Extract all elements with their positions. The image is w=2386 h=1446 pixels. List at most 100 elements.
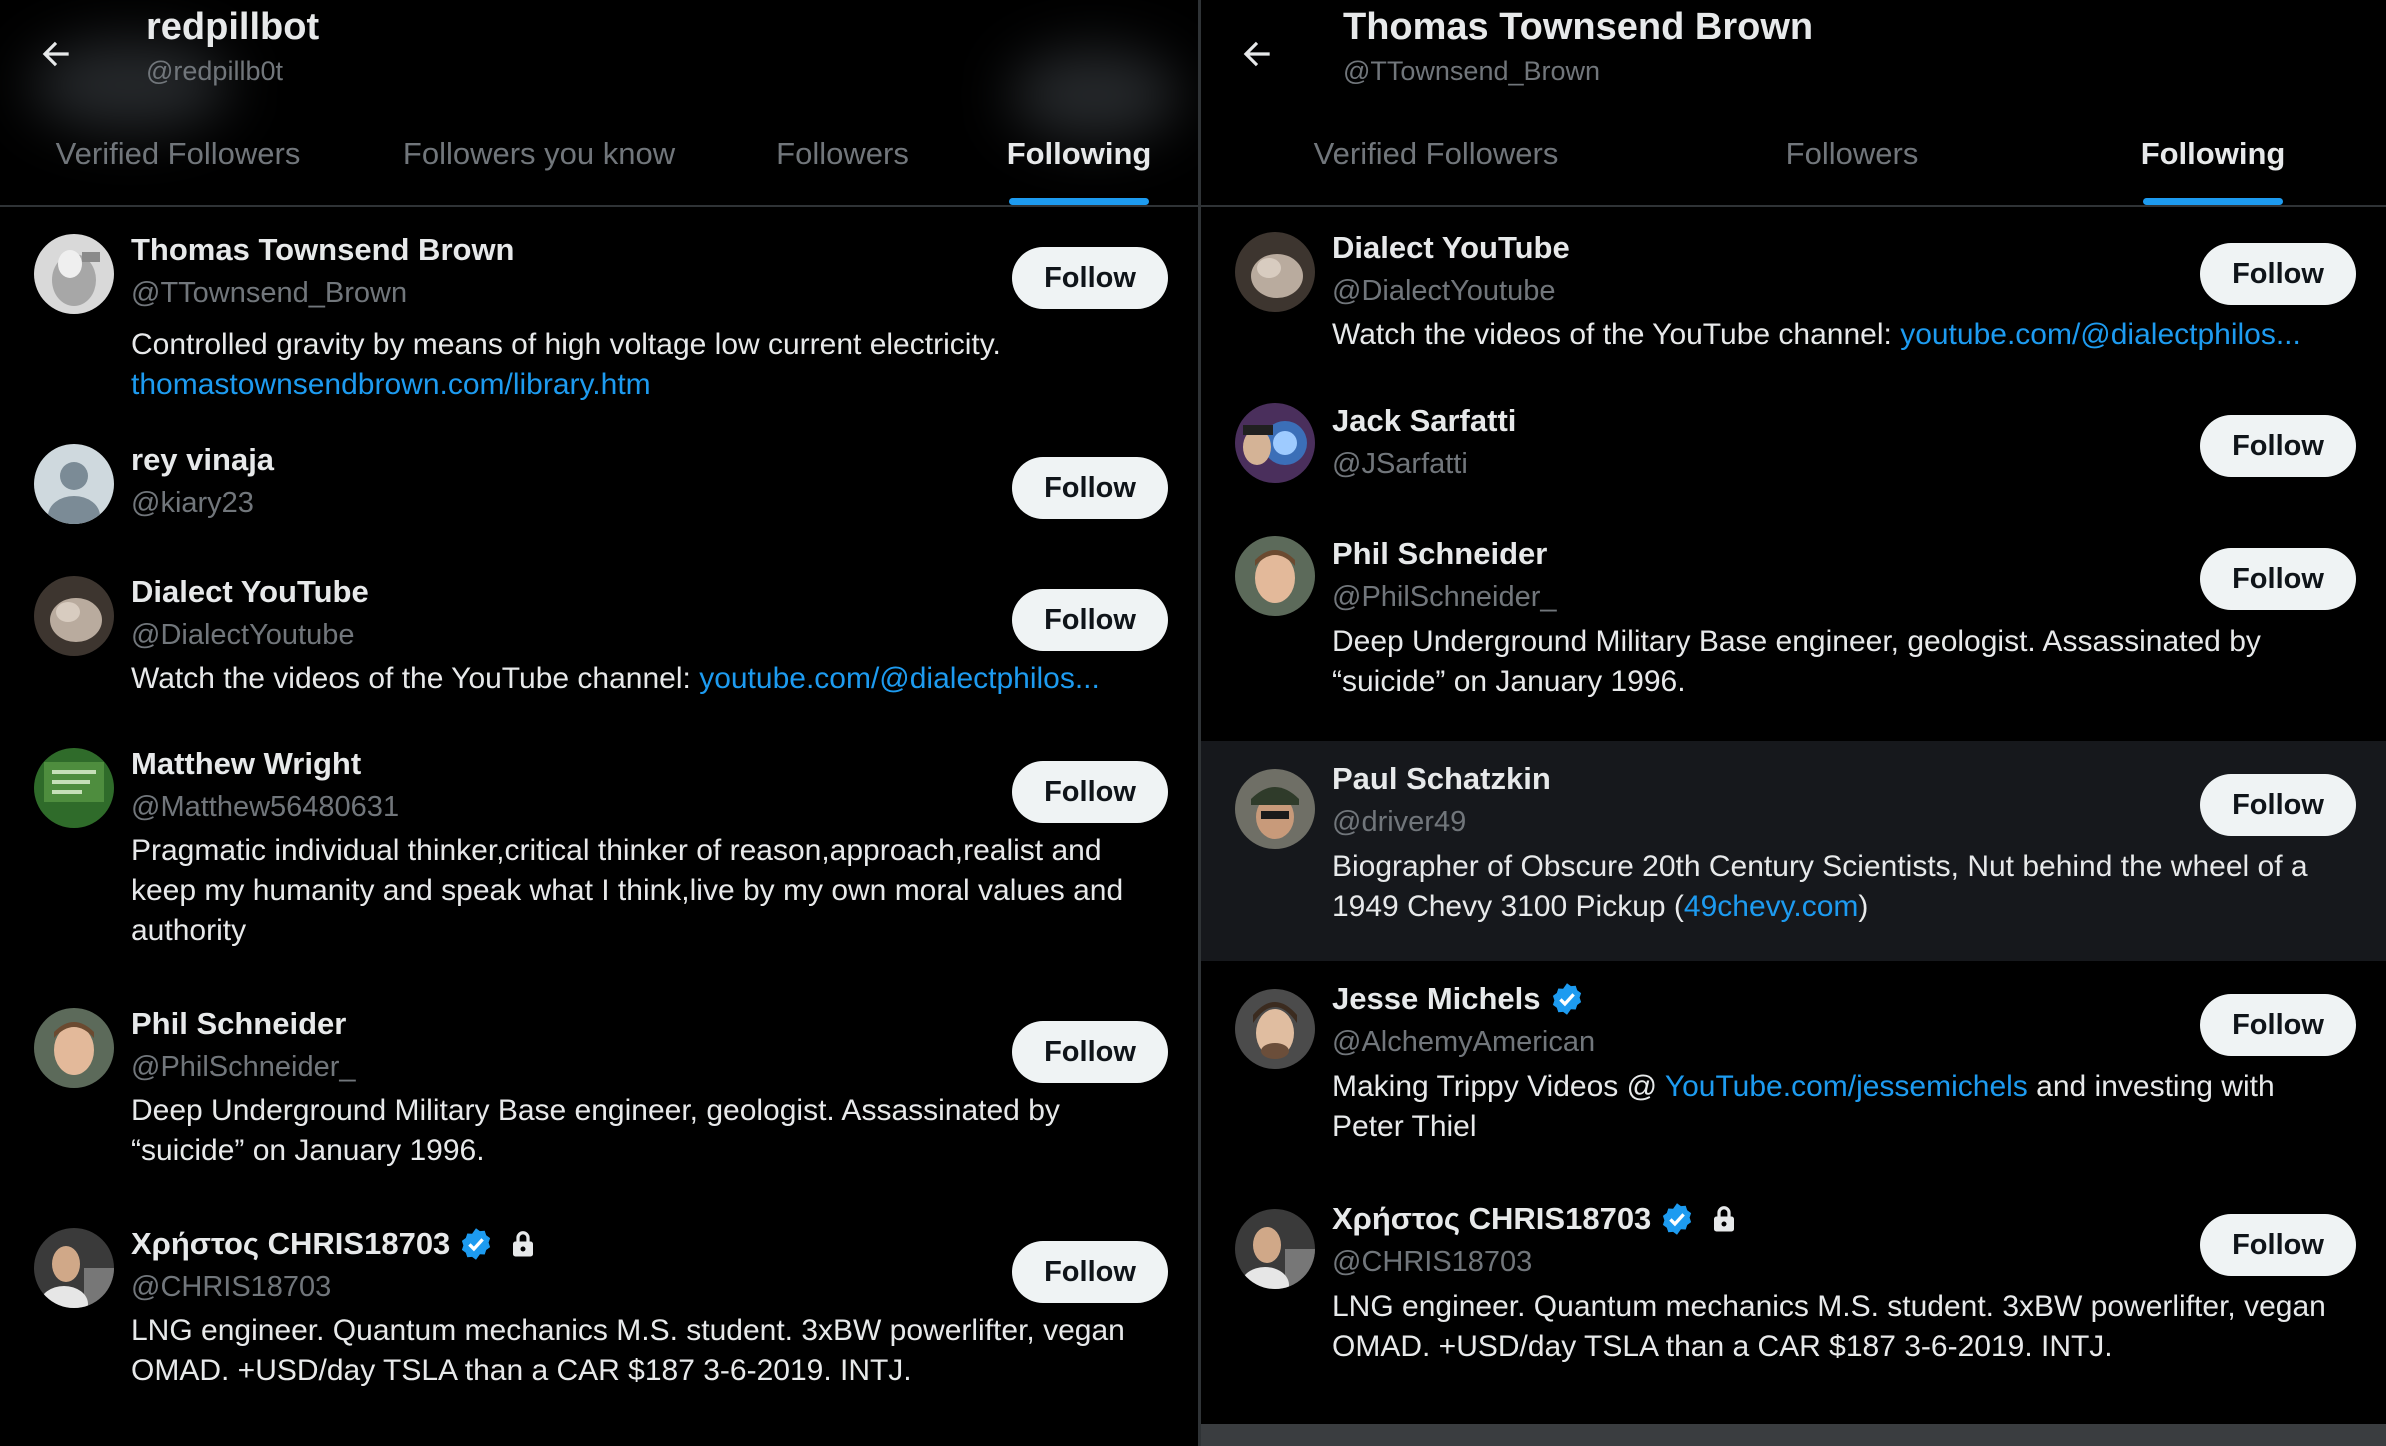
tab-followers[interactable]: Followers [776, 118, 909, 205]
avatar[interactable] [34, 1008, 114, 1088]
avatar[interactable] [1235, 1209, 1315, 1289]
page-handle: @TTownsend_Brown [1343, 56, 1601, 86]
user-name[interactable]: Thomas Townsend Brown [131, 232, 515, 268]
active-tab-indicator [2143, 198, 2283, 205]
back-button[interactable] [1225, 22, 1289, 86]
tab-followers[interactable]: Followers [1784, 118, 1920, 205]
name-line: Phil Schneider [1332, 536, 1547, 572]
avatar[interactable] [34, 748, 114, 828]
user-row[interactable]: Jesse Michels @AlchemyAmerican Making Tr… [1201, 961, 2386, 1181]
user-row[interactable]: Χρήστος CHRIS18703 @CHRIS18703 LNG engin… [1201, 1181, 2386, 1417]
bio-link[interactable]: youtube.com/@dialectphilos... [699, 662, 1100, 695]
bio-link[interactable]: thomastownsendbrown.com/library.htm [131, 368, 651, 401]
user-bio: LNG engineer. Quantum mechanics M.S. stu… [131, 1314, 1125, 1387]
page-title: redpillbot [146, 6, 320, 48]
user-bio: Controlled gravity by means of high volt… [131, 325, 1158, 405]
avatar[interactable] [34, 444, 114, 524]
follow-button[interactable]: Follow [2200, 415, 2356, 477]
name-line: Paul Schatzkin [1332, 761, 1551, 797]
tab-following[interactable]: Following [2140, 118, 2286, 205]
user-bio: Deep Underground Military Base engineer,… [1332, 625, 2261, 698]
bio-link[interactable]: youtube.com/@dialectphilos... [1900, 318, 2301, 351]
follow-button[interactable]: Follow [2200, 243, 2356, 305]
bio-link[interactable]: YouTube.com/jessemichels [1665, 1070, 2028, 1103]
user-name[interactable]: Jesse Michels [1332, 981, 1541, 1017]
user-handle: @DialectYoutube [131, 619, 355, 651]
name-line: Jack Sarfatti [1332, 403, 1516, 439]
user-handle: @CHRIS18703 [131, 1271, 332, 1303]
verified-badge-icon [1552, 983, 1581, 1015]
verified-badge-icon [1663, 1203, 1692, 1235]
user-row[interactable]: Phil Schneider @PhilSchneider_ Deep Unde… [1201, 512, 2386, 732]
user-row[interactable]: Paul Schatzkin @driver49 Biographer of O… [1201, 741, 2386, 961]
tab-verified-followers[interactable]: Verified Followers [1311, 118, 1561, 205]
avatar[interactable] [1235, 536, 1315, 616]
tab-label: Following [1006, 136, 1152, 171]
bio-text: Controlled gravity by means of high volt… [131, 328, 1001, 361]
user-handle: @kiary23 [131, 487, 254, 519]
tab-label: Verified Followers [55, 136, 301, 171]
user-name[interactable]: rey vinaja [131, 442, 274, 478]
follow-button[interactable]: Follow [2200, 1214, 2356, 1276]
follow-button[interactable]: Follow [2200, 548, 2356, 610]
bio-text: Making Trippy Videos @ [1332, 1070, 1665, 1103]
left-header: redpillbot @redpillb0t Verified Follower… [0, 0, 1198, 207]
follow-button[interactable]: Follow [1012, 457, 1168, 519]
user-name[interactable]: Dialect YouTube [131, 574, 369, 610]
user-row[interactable]: Matthew Wright @Matthew56480631 Pragmati… [0, 721, 1198, 981]
lock-icon [1714, 1206, 1735, 1232]
avatar[interactable] [34, 234, 114, 314]
user-row[interactable]: rey vinaja @kiary23 Follow [0, 417, 1198, 549]
user-name[interactable]: Χρήστος CHRIS18703 [1332, 1201, 1651, 1237]
follow-button[interactable]: Follow [1012, 589, 1168, 651]
user-row[interactable]: Thomas Townsend Brown @TTownsend_Brown C… [0, 207, 1198, 417]
follow-button[interactable]: Follow [2200, 774, 2356, 836]
avatar[interactable] [1235, 232, 1315, 312]
page-title: Thomas Townsend Brown [1343, 6, 1814, 48]
user-name[interactable]: Dialect YouTube [1332, 230, 1570, 266]
follow-button[interactable]: Follow [1012, 761, 1168, 823]
user-name[interactable]: Phil Schneider [1332, 536, 1547, 572]
user-row[interactable]: Jack Sarfatti @JSarfatti Follow [1201, 379, 2386, 512]
user-bio: Pragmatic individual thinker,critical th… [131, 834, 1124, 947]
avatar[interactable] [1235, 769, 1315, 849]
bio-text: Watch the videos of the YouTube channel: [131, 662, 691, 695]
user-name[interactable]: Matthew Wright [131, 746, 361, 782]
tab-verified-followers[interactable]: Verified Followers [53, 118, 303, 205]
user-handle: @PhilSchneider_ [131, 1051, 356, 1083]
back-button[interactable] [24, 22, 88, 86]
bio-text: ) [1858, 890, 1869, 923]
bottom-scrollbar[interactable] [1201, 1424, 2386, 1446]
user-bio: Watch the videos of the YouTube channel:… [1332, 315, 2346, 355]
follow-button[interactable]: Follow [2200, 994, 2356, 1056]
user-row[interactable]: Dialect YouTube @DialectYoutube Watch th… [1201, 207, 2386, 379]
name-line: Phil Schneider [131, 1006, 346, 1042]
tab-following[interactable]: Following [1006, 118, 1152, 205]
user-handle: @driver49 [1332, 806, 1467, 838]
tab-followers-you-know[interactable]: Followers you know [401, 118, 677, 205]
tab-bar: Verified Followers Followers Following [1201, 118, 2386, 205]
follow-button[interactable]: Follow [1012, 1241, 1168, 1303]
user-bio: LNG engineer. Quantum mechanics M.S. stu… [1332, 1290, 2326, 1363]
user-name[interactable]: Paul Schatzkin [1332, 761, 1551, 797]
follow-button[interactable]: Follow [1012, 247, 1168, 309]
user-row[interactable]: Dialect YouTube @DialectYoutube Watch th… [0, 549, 1198, 721]
avatar[interactable] [1235, 403, 1315, 483]
user-row[interactable]: Χρήστος CHRIS18703 @CHRIS18703 LNG engin… [0, 1201, 1198, 1446]
user-bio: Biographer of Obscure 20th Century Scien… [1332, 847, 2346, 927]
tab-label: Following [2140, 136, 2286, 171]
avatar[interactable] [34, 576, 114, 656]
app: redpillbot @redpillb0t Verified Follower… [0, 0, 2386, 1446]
name-line: Jesse Michels [1332, 981, 1585, 1017]
follow-button[interactable]: Follow [1012, 1021, 1168, 1083]
user-name[interactable]: Phil Schneider [131, 1006, 346, 1042]
user-row[interactable]: Phil Schneider @PhilSchneider_ Deep Unde… [0, 981, 1198, 1201]
bio-link[interactable]: 49chevy.com [1684, 890, 1859, 923]
active-tab-indicator [1009, 198, 1149, 205]
user-name[interactable]: Jack Sarfatti [1332, 403, 1516, 439]
user-name[interactable]: Χρήστος CHRIS18703 [131, 1226, 450, 1262]
avatar[interactable] [1235, 989, 1315, 1069]
name-line: Χρήστος CHRIS18703 [1332, 1201, 1739, 1237]
user-handle: @PhilSchneider_ [1332, 581, 1557, 613]
avatar[interactable] [34, 1228, 114, 1308]
